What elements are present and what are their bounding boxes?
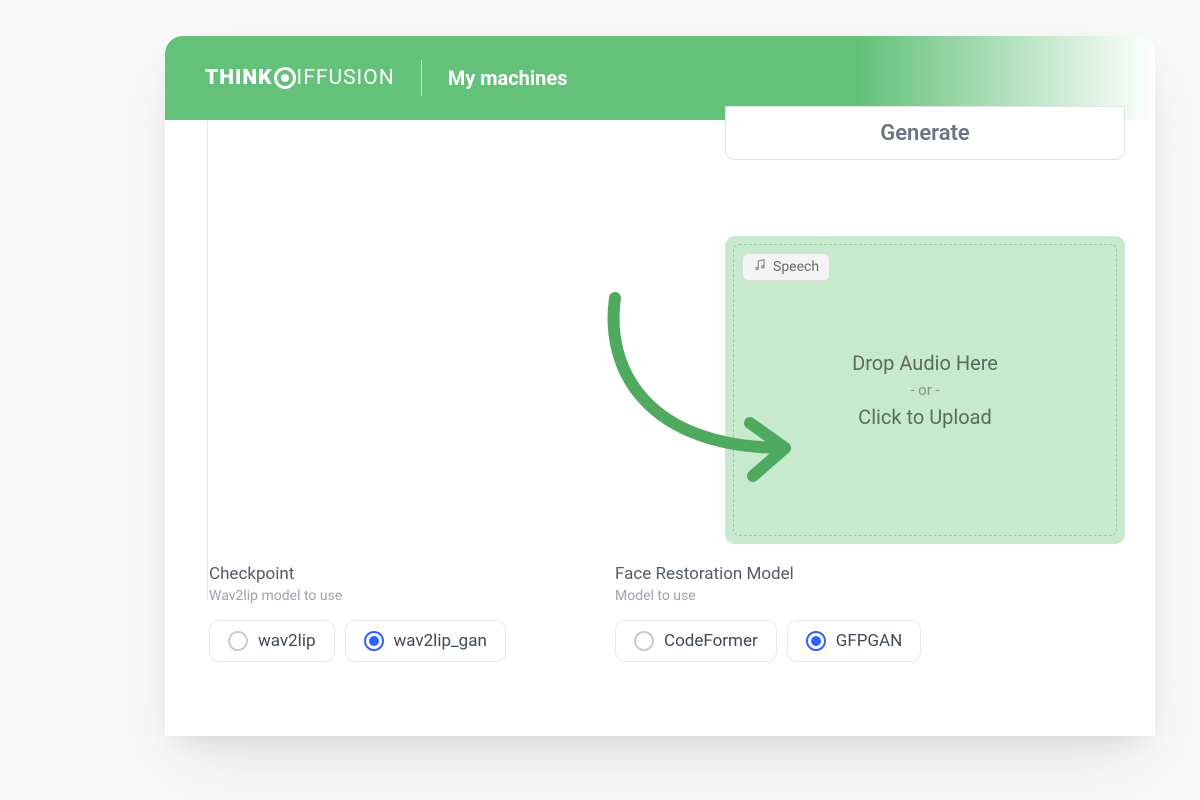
radio-gfpgan[interactable]: GFPGAN <box>787 620 922 662</box>
face-restoration-subtitle: Model to use <box>615 588 921 604</box>
brand-diffusion: IFFUSION <box>297 66 395 90</box>
app-window: THINK IFFUSION My machines Generate Spee… <box>165 36 1155 736</box>
content-area: Generate Speech Drop Audio Here - or - C… <box>165 120 1155 736</box>
radio-dot-icon <box>364 631 384 651</box>
radio-label: GFPGAN <box>836 631 903 651</box>
radio-wav2lip-gan[interactable]: wav2lip_gan <box>345 620 506 662</box>
checkpoint-title: Checkpoint <box>209 564 506 584</box>
dropzone-line2: Click to Upload <box>858 405 992 429</box>
face-restoration-radio-row: CodeFormer GFPGAN <box>615 620 921 662</box>
radio-codeformer[interactable]: CodeFormer <box>615 620 777 662</box>
dropzone-or: - or - <box>910 381 939 399</box>
dropzone-line1: Drop Audio Here <box>852 351 998 375</box>
radio-label: wav2lip <box>258 631 316 651</box>
audio-dropzone[interactable]: Speech Drop Audio Here - or - Click to U… <box>725 236 1125 544</box>
radio-label: wav2lip_gan <box>394 631 487 651</box>
checkpoint-radio-row: wav2lip wav2lip_gan <box>209 620 506 662</box>
nav-title[interactable]: My machines <box>448 66 568 90</box>
topbar-divider <box>421 60 422 96</box>
left-column-rule <box>207 120 208 600</box>
checkpoint-subtitle: Wav2lip model to use <box>209 588 506 604</box>
checkpoint-group: Checkpoint Wav2lip model to use wav2lip … <box>209 564 506 662</box>
speech-chip: Speech <box>742 253 830 281</box>
radio-dot-icon <box>228 631 248 651</box>
generate-button[interactable]: Generate <box>725 106 1125 160</box>
radio-dot-icon <box>806 631 826 651</box>
brand-logo: THINK IFFUSION <box>205 66 395 90</box>
radio-wav2lip[interactable]: wav2lip <box>209 620 335 662</box>
face-restoration-title: Face Restoration Model <box>615 564 921 584</box>
brand-logo-icon <box>274 67 296 89</box>
face-restoration-group: Face Restoration Model Model to use Code… <box>615 564 921 662</box>
music-note-icon <box>753 258 767 276</box>
radio-dot-icon <box>634 631 654 651</box>
speech-chip-label: Speech <box>773 259 819 275</box>
radio-label: CodeFormer <box>664 631 758 651</box>
brand-think: THINK <box>205 66 273 90</box>
dropzone-inner: Speech Drop Audio Here - or - Click to U… <box>733 244 1117 536</box>
generate-label: Generate <box>880 121 970 146</box>
